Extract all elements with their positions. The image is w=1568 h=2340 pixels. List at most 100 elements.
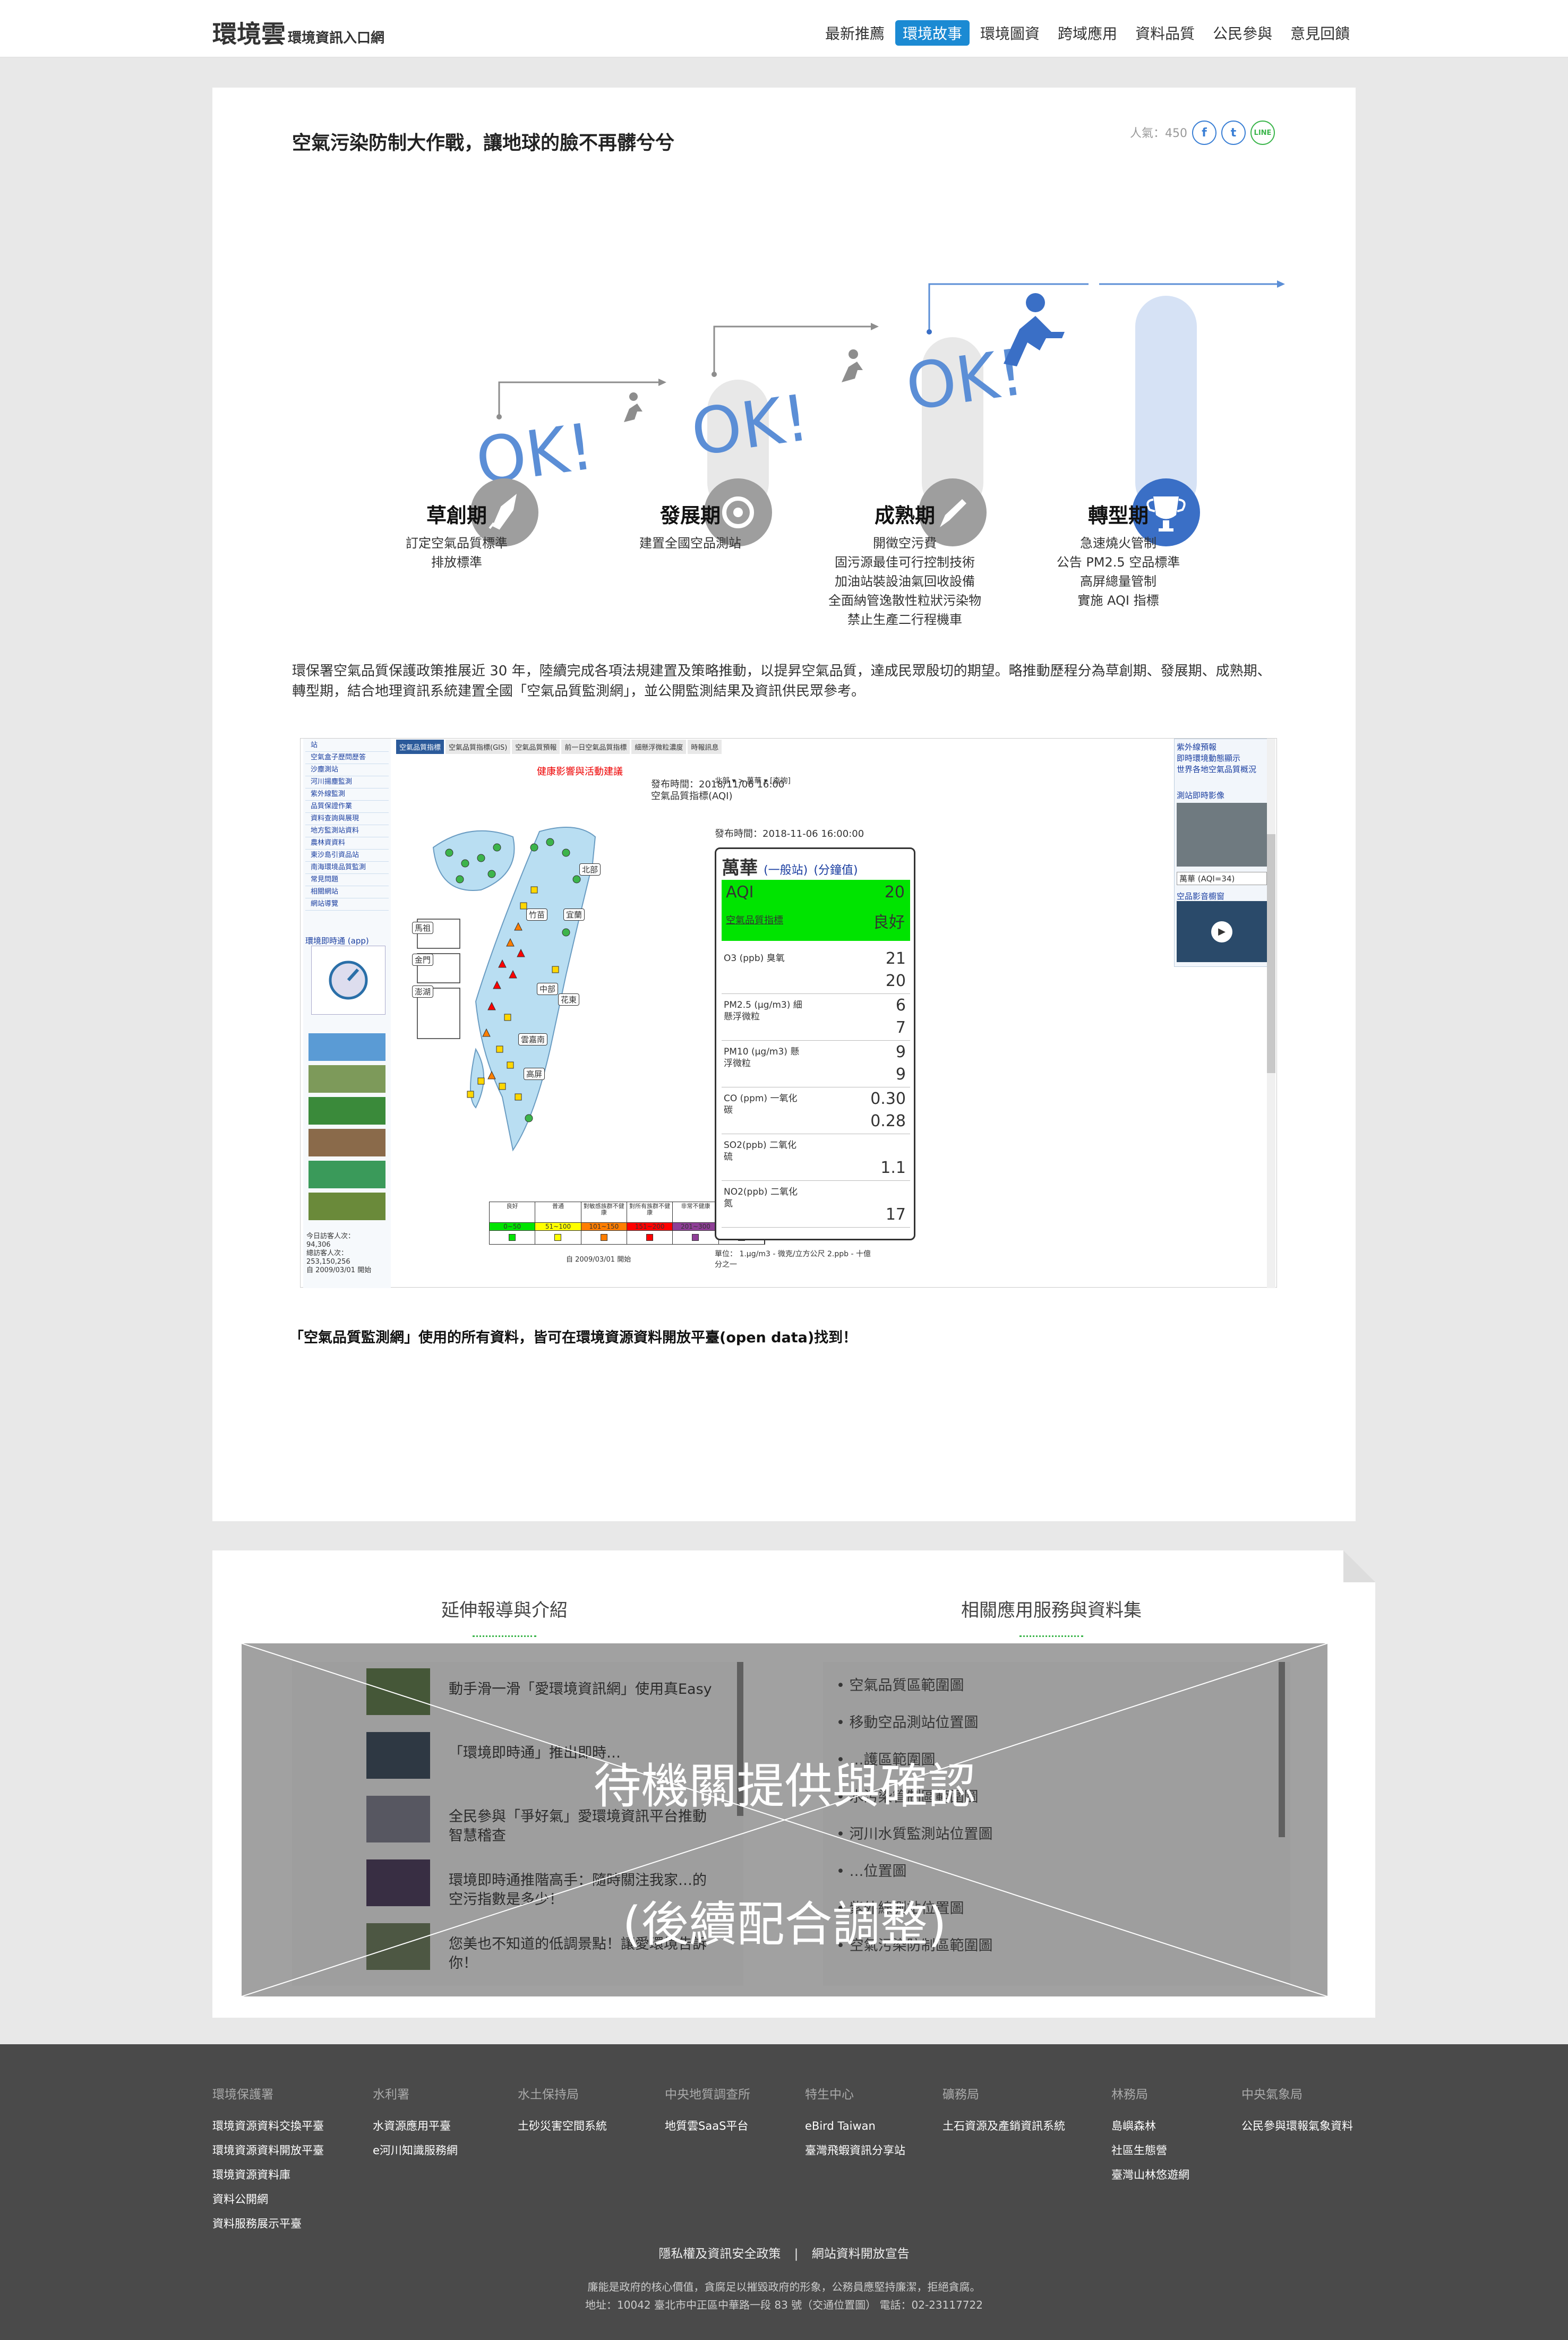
footer-link[interactable]: 土砂災害空間系統 xyxy=(518,2114,607,2138)
world-air-link[interactable]: 世界各地空氣品質概況 xyxy=(1177,764,1267,775)
left-menu-item[interactable]: 網站導覽 xyxy=(305,898,389,911)
tab-news[interactable]: 時報訊息 xyxy=(688,740,722,754)
map-scrollbar-thumb[interactable] xyxy=(1267,834,1275,1073)
taiwan-aqi-map[interactable] xyxy=(407,800,693,1193)
left-menu-item[interactable]: 河川揚塵監測 xyxy=(305,776,389,788)
privacy-link[interactable]: 隱私權及資訊安全政策 xyxy=(658,2247,781,2261)
left-menu-item[interactable]: 沙塵測站 xyxy=(305,764,389,776)
left-menu-item[interactable]: 地方監測站資料 xyxy=(305,825,389,837)
monitoring-station-marker[interactable] xyxy=(530,886,538,894)
footer-link[interactable]: 地質雲SaaS平台 xyxy=(665,2114,750,2138)
nav-participation[interactable]: 公民參與 xyxy=(1205,20,1280,46)
monitoring-station-marker[interactable] xyxy=(562,848,570,857)
left-menu-item[interactable]: 紫外線監測 xyxy=(305,788,389,801)
footer-link[interactable]: 環境資源資料開放平臺 xyxy=(212,2138,324,2163)
monitoring-station-marker[interactable] xyxy=(562,928,570,937)
tab-aqi[interactable]: 空氣品質指標 xyxy=(396,740,444,754)
left-menu-item[interactable]: 相關網站 xyxy=(305,886,389,898)
footer-link[interactable]: 環境資源資料庫 xyxy=(212,2163,324,2187)
air-quality-map-screenshot[interactable]: 站空氣盒子歷問歷答 沙塵測站 河川揚塵監測 紫外線監測 品質保證作業 資料查詢與展現 地方監… xyxy=(300,738,1277,1288)
monitoring-station-marker[interactable] xyxy=(520,902,527,910)
monitoring-station-marker[interactable] xyxy=(572,875,581,884)
monitoring-station-marker[interactable] xyxy=(504,1014,511,1021)
left-menu-item[interactable]: 空氣盒子歷問歷答 xyxy=(305,752,389,764)
footer-link[interactable]: 島嶼森林 xyxy=(1111,2114,1189,2138)
region-label[interactable]: 宜蘭 xyxy=(563,908,585,921)
left-menu-item[interactable]: 南海環境品質監測 xyxy=(305,862,389,874)
open-data-link[interactable]: 網站資料開放宣告 xyxy=(812,2247,910,2261)
footer-link[interactable]: 臺灣飛蝦資訊分享站 xyxy=(805,2138,905,2163)
station-selector[interactable]: 北部 ▾ > 萬華 ▾ [查詢] xyxy=(715,776,791,786)
footer-link[interactable]: 資料服務展示平臺 xyxy=(212,2212,324,2236)
region-label[interactable]: 馬祖 xyxy=(412,922,434,934)
monitoring-station-marker[interactable] xyxy=(546,838,554,846)
banner-image[interactable] xyxy=(309,1129,385,1156)
nav-cross-domain[interactable]: 跨域應用 xyxy=(1050,20,1125,46)
minute-value-link[interactable]: (分鐘值) xyxy=(813,864,858,877)
tab-previous-day[interactable]: 前一日空氣品質指標 xyxy=(561,740,630,754)
tab-forecast[interactable]: 空氣品質預報 xyxy=(512,740,560,754)
monitoring-station-marker[interactable] xyxy=(499,1083,506,1090)
monitoring-station-marker[interactable] xyxy=(487,870,496,878)
realtime-dynamic-link[interactable]: 即時環境動態顯示 xyxy=(1177,752,1267,764)
footer-link[interactable]: 公民參與環報氣象資料 xyxy=(1241,2114,1353,2138)
nav-stories[interactable]: 環境故事 xyxy=(895,20,970,46)
left-menu-item[interactable]: 品質保證作業 xyxy=(305,801,389,813)
twitter-share-icon[interactable]: t xyxy=(1221,121,1246,145)
footer-link[interactable]: 臺灣山林悠遊網 xyxy=(1111,2163,1189,2187)
region-label[interactable]: 竹苗 xyxy=(526,908,548,921)
footer-link[interactable]: 土石資源及產銷資訊系統 xyxy=(942,2114,1065,2138)
line-share-icon[interactable]: LINE xyxy=(1250,121,1275,145)
monitoring-station-marker[interactable] xyxy=(477,1077,485,1085)
banner-image[interactable] xyxy=(309,1033,385,1061)
footer-link[interactable]: 資料公開網 xyxy=(212,2187,324,2212)
nav-maps[interactable]: 環境圖資 xyxy=(973,20,1047,46)
left-menu-item[interactable]: 東沙島引資品站 xyxy=(305,850,389,862)
monitoring-station-marker[interactable] xyxy=(496,1045,503,1053)
map-scrollbar[interactable] xyxy=(1267,739,1275,1288)
footer-link[interactable]: 環境資源資料交換平臺 xyxy=(212,2114,324,2138)
region-label[interactable]: 雲嘉南 xyxy=(518,1033,548,1045)
site-logo[interactable]: 環境雲 環境資訊入口網 xyxy=(212,15,384,50)
left-menu-item[interactable]: 站 xyxy=(305,740,389,752)
monitoring-station-marker[interactable] xyxy=(461,859,469,868)
banner-image[interactable] xyxy=(309,1065,385,1093)
monitoring-station-marker[interactable] xyxy=(493,843,501,852)
region-label[interactable]: 北部 xyxy=(579,863,601,876)
footer-link[interactable]: 社區生態營 xyxy=(1111,2138,1189,2163)
region-label[interactable]: 花東 xyxy=(558,993,580,1006)
camera-station-select[interactable]: 萬華 (AQI=34) xyxy=(1177,872,1267,885)
station-type-link[interactable]: (一般站) xyxy=(764,864,808,877)
monitoring-station-marker[interactable] xyxy=(456,875,464,884)
station-camera-image[interactable] xyxy=(1177,803,1267,867)
banner-image[interactable] xyxy=(309,1161,385,1188)
region-label[interactable]: 高屏 xyxy=(524,1068,545,1080)
monitoring-station-marker[interactable] xyxy=(525,1114,533,1122)
app-logo-icon[interactable] xyxy=(311,946,385,1015)
facebook-share-icon[interactable]: f xyxy=(1192,121,1216,145)
nav-data-quality[interactable]: 資料品質 xyxy=(1128,20,1202,46)
footer-link[interactable]: e河川知識服務網 xyxy=(373,2138,458,2163)
monitoring-station-marker[interactable] xyxy=(477,854,485,862)
health-warning-link[interactable]: 健康影響與活動建議 xyxy=(537,764,623,778)
monitoring-station-marker[interactable] xyxy=(530,843,538,852)
left-menu-item[interactable]: 常見問題 xyxy=(305,874,389,886)
monitoring-station-marker[interactable] xyxy=(552,966,559,973)
play-icon[interactable]: ▶ xyxy=(1211,921,1232,942)
region-label[interactable]: 金門 xyxy=(412,954,434,966)
banner-image[interactable] xyxy=(309,1193,385,1220)
region-label[interactable]: 澎湖 xyxy=(412,985,434,998)
tab-pm25[interactable]: 細懸浮微粒濃度 xyxy=(631,740,687,754)
region-label[interactable]: 中部 xyxy=(537,983,559,995)
monitoring-station-marker[interactable] xyxy=(445,848,453,857)
video-player[interactable]: ▶ xyxy=(1177,901,1267,962)
monitoring-station-marker[interactable] xyxy=(507,1061,514,1069)
tab-aqi-gis[interactable]: 空氣品質指標(GIS) xyxy=(445,740,511,754)
uv-forecast-link[interactable]: 紫外線預報 xyxy=(1177,741,1267,752)
monitoring-station-marker[interactable] xyxy=(467,1091,474,1098)
nav-feedback[interactable]: 意見回饋 xyxy=(1283,20,1357,46)
footer-link[interactable]: 水資源應用平臺 xyxy=(373,2114,458,2138)
monitoring-station-marker[interactable] xyxy=(515,1093,522,1101)
nav-latest[interactable]: 最新推薦 xyxy=(818,20,892,46)
left-menu-item[interactable]: 資料查詢與展現 xyxy=(305,813,389,825)
